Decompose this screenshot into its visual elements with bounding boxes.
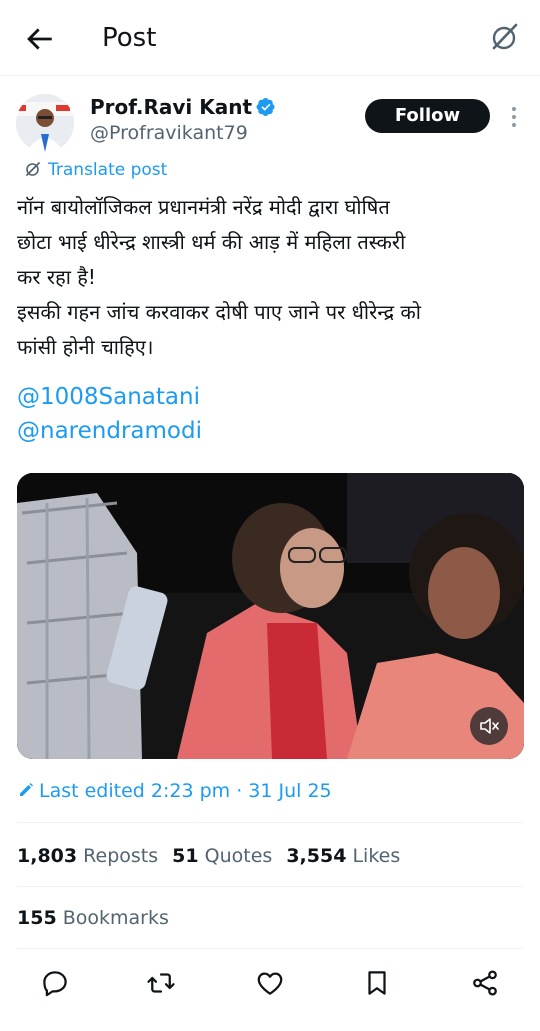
more-options-button[interactable] — [506, 104, 522, 130]
mention-link[interactable]: @narendramodi — [17, 414, 202, 448]
tweet-line: नॉन बायोलॉजिकल प्रधानमंत्री नरेंद्र मोदी… — [17, 195, 390, 219]
repost-icon — [147, 973, 175, 993]
author-row: Prof.Ravi Kant @Profravikant79 Follow — [16, 90, 524, 156]
top-bar: Post — [0, 0, 540, 76]
reposts-stat[interactable]: 1,803 Reposts — [17, 845, 158, 867]
author-name[interactable]: Prof.Ravi Kant — [90, 95, 276, 119]
grok-button[interactable] — [488, 20, 522, 54]
video-player[interactable] — [17, 473, 524, 759]
mute-button[interactable] — [470, 707, 508, 745]
bookmark-button[interactable] — [362, 968, 392, 998]
back-button[interactable] — [22, 22, 56, 56]
tweet-line: फांसी होनी चाहिए। — [17, 335, 154, 359]
more-vertical-icon — [512, 107, 516, 127]
avatar[interactable] — [16, 94, 74, 152]
action-bar — [0, 966, 540, 1002]
grok-icon — [492, 23, 518, 50]
tweet-line: छोटा भाई धीरेन्द्र शास्त्री धर्म की आड़ … — [17, 230, 406, 254]
volume-muted-icon — [480, 718, 499, 734]
grok-translate-icon — [26, 162, 40, 176]
mention-link[interactable]: @1008Sanatani — [17, 380, 202, 414]
pencil-icon — [20, 783, 33, 796]
video-frame — [17, 473, 524, 759]
like-button[interactable] — [255, 968, 285, 998]
bookmark-icon — [368, 971, 386, 995]
share-button[interactable] — [470, 968, 500, 998]
heart-icon — [257, 972, 283, 995]
reply-icon — [43, 971, 67, 997]
follow-button[interactable]: Follow — [365, 99, 490, 133]
page-title: Post — [102, 23, 157, 53]
avatar-image — [16, 94, 74, 152]
divider — [17, 886, 523, 887]
tweet-line: इसकी गहन जांच करवाकर दोषी पाए जाने पर धी… — [17, 300, 421, 324]
divider — [17, 948, 523, 949]
mentions: @1008Sanatani @narendramodi — [17, 380, 202, 448]
tweet-line: कर रहा है! — [17, 265, 96, 289]
arrow-left-icon — [27, 28, 52, 50]
divider — [17, 822, 523, 823]
quotes-stat[interactable]: 51 Quotes — [172, 845, 272, 867]
author-handle[interactable]: @Profravikant79 — [90, 121, 248, 145]
engagement-stats: 1,803 Reposts 51 Quotes 3,554 Likes — [17, 842, 400, 870]
verified-badge-icon — [256, 98, 275, 116]
translate-post-link[interactable]: Translate post — [24, 158, 167, 182]
reply-button[interactable] — [40, 968, 70, 998]
bookmarks-stat[interactable]: 155 Bookmarks — [17, 904, 169, 932]
last-edited-link[interactable]: Last edited 2:23 pm · 31 Jul 25 — [18, 777, 332, 805]
share-icon — [473, 970, 497, 996]
repost-button[interactable] — [146, 968, 176, 998]
likes-stat[interactable]: 3,554 Likes — [286, 845, 400, 867]
tweet-text: नॉन बायोलॉजिकल प्रधानमंत्री नरेंद्र मोदी… — [17, 190, 522, 365]
